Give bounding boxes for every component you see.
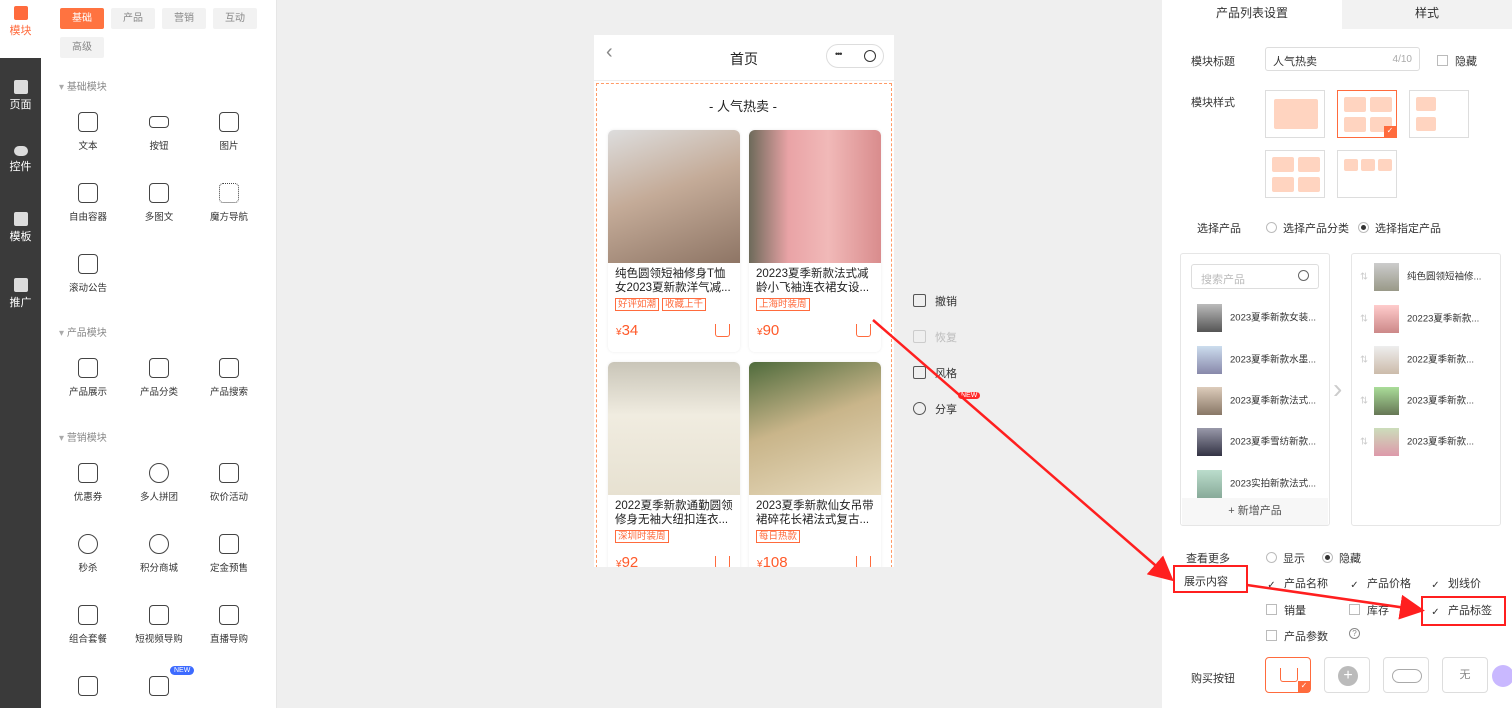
annotation-arrows [872, 319, 1425, 620]
